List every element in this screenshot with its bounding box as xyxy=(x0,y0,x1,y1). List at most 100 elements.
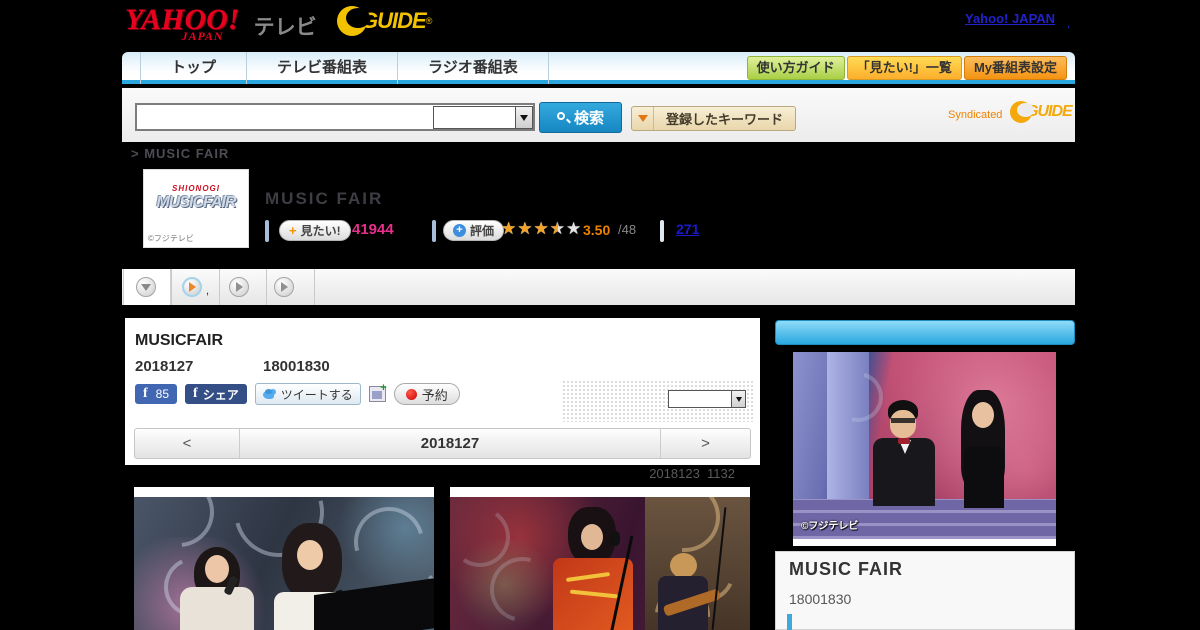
reserve-label: 予約 xyxy=(422,385,448,404)
star-rating: ★★★★★ ★★★★★ xyxy=(501,219,582,239)
sidebar-program-photo[interactable]: ©フジテレビ xyxy=(793,352,1056,546)
syndicated-label: Syndicated xyxy=(948,109,1002,121)
logo-brand-text: SHIONOGI xyxy=(144,184,248,193)
yahoo-japan-tv-logo[interactable]: YAHOO! JAPAN テレビ xyxy=(125,5,317,44)
episode-time: 18001830 xyxy=(263,358,330,375)
singer-face xyxy=(297,540,323,570)
episode-select[interactable] xyxy=(668,390,746,408)
section-accent-bar xyxy=(787,614,792,630)
sidebar-program-time: 18001830 xyxy=(789,591,851,607)
tab-separator xyxy=(314,269,315,305)
facebook-icon: f xyxy=(143,386,148,402)
singer-face xyxy=(205,555,229,583)
my-listings-settings-button[interactable]: My番組表設定 xyxy=(964,56,1067,80)
episode-title: MUSICFAIR xyxy=(135,332,223,350)
section-link-icon-2[interactable] xyxy=(229,277,249,297)
facebook-share-button[interactable]: f シェア xyxy=(185,384,247,404)
page-background: YAHOO! JAPAN テレビ GUIDE ® Yahoo! JAPAN , … xyxy=(0,0,1200,630)
stars-filled: ★★★★★ xyxy=(501,219,558,239)
logo-name-text: MUSICFAIR xyxy=(144,194,248,212)
divider-bar xyxy=(432,220,436,242)
share-button-row: f 85 f シェア ツイートする + xyxy=(135,382,460,406)
sidebar-program-title[interactable]: MUSIC FAIR xyxy=(789,559,903,580)
glasses xyxy=(891,418,915,423)
tweet-label: ツイートする xyxy=(281,386,353,403)
nav-tab-top[interactable]: トップ xyxy=(140,52,247,84)
section-link-icon-1[interactable] xyxy=(182,277,202,297)
want-to-watch-count: 41944 xyxy=(352,221,394,238)
nav-tab-radio-listings[interactable]: ラジオ番組表 xyxy=(398,52,549,84)
hostess-face xyxy=(972,402,994,428)
gguide-g-icon xyxy=(337,6,367,36)
chevron-down-icon xyxy=(520,115,528,121)
program-stats-row: + 見たい! 41944 + 評価 ★★★★★ ★★★★★ 3.50 /48 2… xyxy=(122,219,872,243)
twitter-bird-icon xyxy=(263,389,277,400)
divider-bar xyxy=(660,220,664,242)
select-arrow-button[interactable] xyxy=(731,391,745,407)
plus-icon: + xyxy=(380,382,386,394)
want-to-watch-button[interactable]: + 見たい! xyxy=(279,220,351,241)
iepg-reserve-icon[interactable]: + xyxy=(369,386,386,402)
sidebar-header-bar[interactable] xyxy=(775,320,1075,345)
tab-text-mark: , xyxy=(206,285,209,297)
review-count-link[interactable]: 271 xyxy=(676,221,699,237)
episode-detail-box: MUSICFAIR 2018127 18001830 f 85 f シェア ツイ… xyxy=(125,318,760,465)
gguide-g-icon xyxy=(1010,101,1032,123)
pager-next-button[interactable]: > xyxy=(660,429,750,458)
episode-photo-1 xyxy=(134,487,434,630)
plus-icon: + xyxy=(289,223,297,238)
triangle-right-icon xyxy=(281,282,288,292)
tab-separator xyxy=(266,269,267,305)
tweet-button[interactable]: ツイートする xyxy=(255,383,361,405)
want-to-watch-list-button[interactable]: 「見たい!」一覧 xyxy=(847,56,962,80)
top-link-mark: , xyxy=(1067,18,1070,30)
sidebar-info-card: MUSIC FAIR 18001830 xyxy=(775,551,1075,630)
registered-keywords-button[interactable]: 登録したキーワード xyxy=(631,106,796,131)
search-category-select[interactable] xyxy=(433,106,533,129)
section-link-icon-3[interactable] xyxy=(274,277,294,297)
rate-label: 評価 xyxy=(470,222,494,239)
updated-timestamp: 2018123 1132 xyxy=(580,466,735,481)
facebook-like-count: 85 xyxy=(156,387,169,401)
facebook-icon: f xyxy=(193,386,198,402)
search-button[interactable]: 検索 xyxy=(539,102,622,133)
episode-photo-2 xyxy=(450,487,750,630)
breadcrumb: > MUSIC FAIR xyxy=(131,146,229,161)
host-face xyxy=(890,410,916,438)
registered-keywords-label: 登録したキーワード xyxy=(654,109,795,128)
main-navbar: トップ テレビ番組表 ラジオ番組表 使い方ガイド 「見たい!」一覧 My番組表設… xyxy=(122,52,1075,84)
select-arrow-button[interactable] xyxy=(515,107,532,128)
facebook-like-button[interactable]: f 85 xyxy=(135,384,177,404)
microphone xyxy=(609,531,620,546)
rate-button[interactable]: + 評価 xyxy=(443,220,504,241)
pager-prev-button[interactable]: < xyxy=(135,429,240,458)
gguide-logo: GUIDE ® xyxy=(337,6,432,36)
divider-bar xyxy=(265,220,269,242)
tab-separator xyxy=(171,269,172,305)
triangle-right-icon xyxy=(189,282,196,292)
search-input[interactable] xyxy=(139,107,439,127)
singer-body xyxy=(180,587,254,630)
section-current-icon[interactable] xyxy=(136,277,156,297)
singer-face xyxy=(581,524,603,550)
yahoo-logo-japan: JAPAN xyxy=(181,29,223,44)
section-tab-bar: , xyxy=(122,269,1075,305)
gguide-small-logo: GUIDE xyxy=(1010,101,1072,123)
search-panel: 検索 登録したキーワード Syndicated GUIDE xyxy=(122,88,1075,142)
rating-total: /48 xyxy=(618,222,636,237)
episode-date: 2018127 xyxy=(135,358,193,375)
program-title: MUSIC FAIR xyxy=(265,189,383,209)
usage-guide-button[interactable]: 使い方ガイド xyxy=(747,56,845,80)
yahoo-tv-label: テレビ xyxy=(254,11,317,41)
nav-tab-tv-listings[interactable]: テレビ番組表 xyxy=(247,52,398,84)
chevron-down-icon xyxy=(736,397,742,402)
rating-score: 3.50 xyxy=(583,222,610,238)
want-to-watch-label: 見たい! xyxy=(301,222,341,239)
registered-mark: ® xyxy=(426,16,433,26)
guitarist-hair xyxy=(670,553,697,578)
reserve-button[interactable]: 予約 xyxy=(394,383,460,405)
bow-tie xyxy=(898,438,910,444)
yahoo-japan-top-link[interactable]: Yahoo! JAPAN xyxy=(965,11,1055,26)
triangle-right-icon xyxy=(236,282,243,292)
dropdown-arrow-icon xyxy=(638,115,648,122)
